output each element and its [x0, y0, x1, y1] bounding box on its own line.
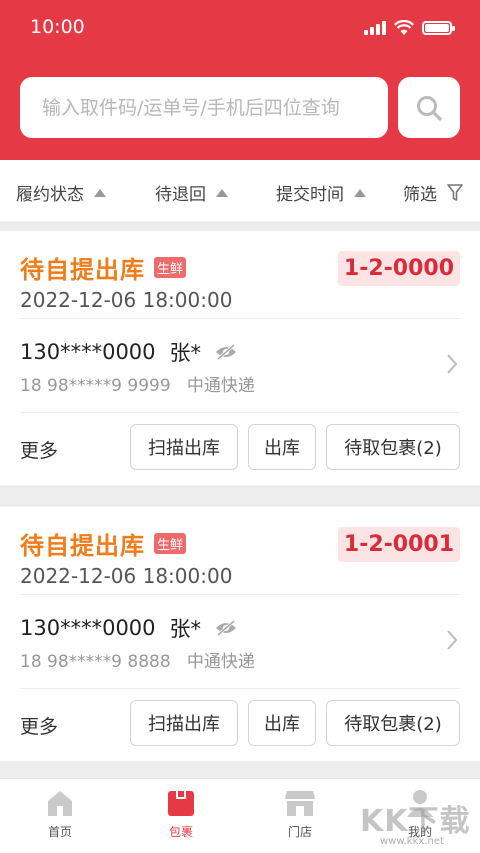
- recipient-line: 130****0000 张*: [20, 337, 237, 367]
- filter-screen[interactable]: 筛选: [403, 180, 463, 205]
- more-button[interactable]: 更多: [20, 436, 58, 463]
- recipient-name: 张*: [169, 341, 202, 365]
- funnel-icon: [447, 183, 463, 201]
- order-actions: 更多 扫描出库 出库 待取包裹(2): [20, 413, 460, 485]
- filter-pending-return[interactable]: 待退回: [155, 180, 228, 205]
- eye-off-icon[interactable]: [215, 344, 237, 360]
- recipient-info[interactable]: 130****0000 张* 18 98*****9 9999 中通快递: [20, 319, 460, 413]
- pending-parcels-button[interactable]: 待取包裹(2): [326, 424, 460, 470]
- search-box[interactable]: [20, 77, 388, 138]
- battery-icon: [422, 21, 455, 35]
- tab-label: 门店: [287, 825, 312, 839]
- filter-bar: 履约状态 待退回 提交时间 筛选: [0, 160, 480, 222]
- order-card[interactable]: 待自提出库 生鲜 2022-12-06 18:00:00 1-2-0001 13…: [0, 507, 480, 761]
- courier-name: 中通快递: [186, 376, 255, 396]
- recipient-name: 张*: [169, 617, 202, 641]
- scan-outbound-button[interactable]: 扫描出库: [130, 424, 238, 470]
- courier-name: 中通快递: [186, 652, 255, 672]
- order-card-header: 待自提出库 生鲜 2022-12-06 18:00:00 1-2-0001: [20, 507, 460, 595]
- recipient-info[interactable]: 130****0000 张* 18 98*****9 8888 中通快递: [20, 595, 460, 689]
- sort-up-icon: [354, 188, 366, 197]
- order-status: 待自提出库: [20, 532, 145, 560]
- home-icon: [48, 791, 72, 816]
- status-bar: 10:00: [0, 0, 480, 56]
- tab-label: 首页: [47, 825, 72, 839]
- more-button[interactable]: 更多: [20, 712, 58, 739]
- order-card[interactable]: 待自提出库 生鲜 2022-12-06 18:00:00 1-2-0000 13…: [0, 231, 480, 485]
- recipient-line: 130****0000 张*: [20, 613, 237, 643]
- tracking-number: 18 98*****9 9999: [20, 376, 171, 396]
- parcel-icon: [168, 791, 194, 816]
- outbound-button[interactable]: 出库: [248, 700, 316, 746]
- recipient-phone: 130****0000: [20, 340, 156, 364]
- order-datetime: 2022-12-06 18:00:00: [20, 288, 233, 312]
- order-actions: 更多 扫描出库 出库 待取包裹(2): [20, 689, 460, 761]
- pickup-code: 1-2-0000: [337, 251, 460, 286]
- eye-off-icon[interactable]: [215, 620, 237, 636]
- scan-outbound-button[interactable]: 扫描出库: [130, 700, 238, 746]
- sort-up-icon: [94, 188, 106, 197]
- signal-icon: [364, 21, 386, 35]
- shipment-line: 18 98*****9 8888 中通快递: [20, 647, 255, 672]
- watermark-logo: KK下载: [360, 804, 471, 839]
- filter-label: 筛选: [403, 185, 437, 205]
- tab-store[interactable]: 门店: [260, 789, 340, 840]
- filter-label: 提交时间: [276, 185, 344, 205]
- fresh-tag: 生鲜: [154, 533, 187, 554]
- outbound-button[interactable]: 出库: [248, 424, 316, 470]
- chevron-right-icon: [447, 630, 458, 650]
- filter-fulfillment-status[interactable]: 履约状态: [16, 180, 106, 205]
- status-icons: [364, 20, 455, 36]
- pickup-code: 1-2-0001: [337, 527, 460, 562]
- chevron-right-icon: [447, 354, 458, 374]
- order-datetime: 2022-12-06 18:00:00: [20, 564, 233, 588]
- filter-submit-time[interactable]: 提交时间: [276, 180, 366, 205]
- store-icon: [285, 791, 315, 816]
- search-icon: [417, 95, 442, 121]
- header: 10:00: [0, 0, 480, 160]
- watermark-url: www.kkx.net: [380, 836, 444, 847]
- shipment-line: 18 98*****9 9999 中通快递: [20, 371, 255, 396]
- fresh-tag: 生鲜: [154, 257, 187, 278]
- filter-label: 待退回: [155, 185, 206, 205]
- tab-label: 包裹: [168, 825, 193, 839]
- order-card-header: 待自提出库 生鲜 2022-12-06 18:00:00 1-2-0000: [20, 231, 460, 319]
- search-input[interactable]: [42, 96, 372, 119]
- tracking-number: 18 98*****9 8888: [20, 652, 171, 672]
- tab-parcel[interactable]: 包裹: [141, 789, 221, 840]
- recipient-phone: 130****0000: [20, 616, 156, 640]
- sort-up-icon: [216, 188, 228, 197]
- wifi-icon: [394, 20, 414, 35]
- search-button[interactable]: [398, 77, 460, 138]
- filter-label: 履约状态: [16, 185, 84, 205]
- pending-parcels-button[interactable]: 待取包裹(2): [326, 700, 460, 746]
- status-time: 10:00: [30, 16, 85, 38]
- order-status: 待自提出库: [20, 256, 145, 284]
- tab-home[interactable]: 首页: [20, 789, 100, 840]
